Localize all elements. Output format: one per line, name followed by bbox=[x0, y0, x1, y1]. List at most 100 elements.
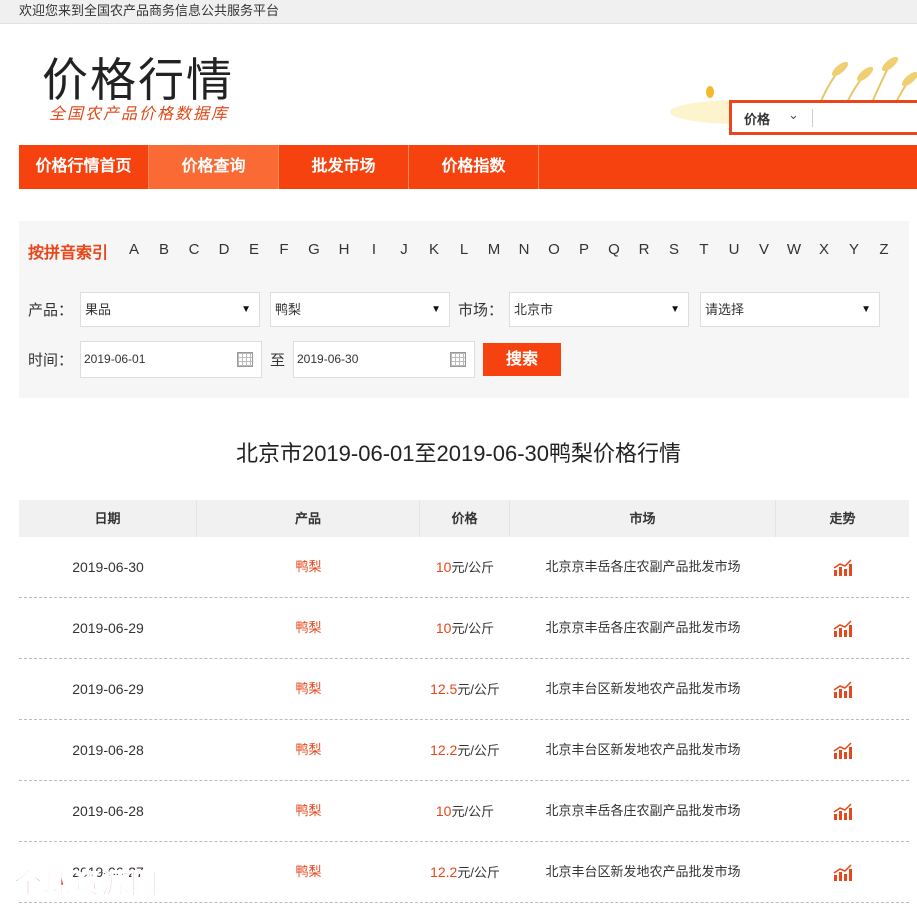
header-trend: 走势 bbox=[829, 511, 856, 526]
cell-product[interactable]: 鸭梨 bbox=[197, 598, 420, 658]
table-row: 2019-06-28 鸭梨 12.2元/公斤 北京丰台区新发地农产品批发市场 bbox=[19, 720, 909, 781]
cell-date: 2019-06-29 bbox=[72, 620, 144, 636]
cell-product[interactable]: 鸭梨 bbox=[197, 659, 420, 719]
chevron-down-icon[interactable]: ⌄ bbox=[788, 107, 799, 123]
trend-chart-icon[interactable] bbox=[833, 864, 853, 882]
welcome-text: 欢迎您来到全国农产品商务信息公共服务平台 bbox=[19, 3, 280, 18]
calendar-icon[interactable] bbox=[450, 352, 466, 367]
cell-product[interactable]: 鸭梨 bbox=[197, 781, 420, 841]
cell-price: 12.5元/公斤 bbox=[420, 659, 510, 719]
header-date: 日期 bbox=[19, 500, 197, 537]
cell-date: 2019-06-30 bbox=[72, 559, 144, 575]
price-value: 10 bbox=[435, 559, 452, 575]
pinyin-letter[interactable]: Z bbox=[869, 241, 899, 258]
price-unit: 元/公斤 bbox=[457, 865, 500, 880]
nav-item-price-index[interactable]: 价格指数 bbox=[409, 145, 539, 189]
site-subtitle: 全国农产品价格数据库 bbox=[49, 104, 230, 123]
table-row: 2019-06-28 鸭梨 10元/公斤 北京京丰岳各庄农副产品批发市场 bbox=[19, 781, 909, 842]
pinyin-letter[interactable]: X bbox=[809, 241, 839, 258]
cell-trend bbox=[776, 598, 909, 658]
date-to-input[interactable]: 2019-06-30 bbox=[293, 341, 475, 378]
pinyin-letter[interactable]: O bbox=[539, 241, 569, 258]
cell-product[interactable]: 鸭梨 bbox=[197, 720, 420, 780]
search-type-select[interactable]: 价格 bbox=[744, 109, 770, 128]
trend-chart-icon[interactable] bbox=[833, 803, 853, 821]
header-search-box: 价格 ⌄ bbox=[729, 100, 917, 135]
pinyin-letter[interactable]: Y bbox=[839, 241, 869, 258]
pinyin-letter[interactable]: V bbox=[749, 241, 779, 258]
price-table: 日期 产品 价格 市场 走势 2019-06-30 鸭梨 10元/公斤 北京京丰… bbox=[19, 500, 909, 903]
header-price: 价格 bbox=[420, 500, 510, 537]
pinyin-letter[interactable]: H bbox=[329, 241, 359, 258]
cell-market[interactable]: 北京京丰岳各庄农副产品批发市场 bbox=[510, 781, 776, 841]
pinyin-letter[interactable]: G bbox=[299, 241, 329, 258]
pinyin-letter[interactable]: U bbox=[719, 241, 749, 258]
pinyin-letter[interactable]: K bbox=[419, 241, 449, 258]
pinyin-letter[interactable]: P bbox=[569, 241, 599, 258]
category-select[interactable]: 果品 ▼ bbox=[80, 292, 260, 327]
pinyin-letter[interactable]: S bbox=[659, 241, 689, 258]
date-from-value: 2019-06-01 bbox=[84, 352, 146, 366]
price-unit: 元/公斤 bbox=[457, 682, 500, 697]
header-search-input[interactable] bbox=[818, 107, 917, 129]
trend-chart-icon[interactable] bbox=[833, 681, 853, 699]
nav-item-home[interactable]: 价格行情首页 bbox=[19, 145, 149, 189]
pinyin-letter[interactable]: C bbox=[179, 241, 209, 258]
top-welcome-bar: 欢迎您来到全国农产品商务信息公共服务平台 bbox=[0, 0, 917, 24]
cell-price: 12.2元/公斤 bbox=[420, 720, 510, 780]
pinyin-letter[interactable]: A bbox=[119, 241, 149, 258]
pinyin-letter[interactable]: F bbox=[269, 241, 299, 258]
cell-market[interactable]: 北京丰台区新发地农产品批发市场 bbox=[510, 720, 776, 780]
cell-date: 2019-06-28 bbox=[72, 803, 144, 819]
cell-price: 10元/公斤 bbox=[420, 598, 510, 658]
market-detail-select[interactable]: 请选择 ▼ bbox=[700, 292, 880, 327]
cell-market[interactable]: 北京京丰岳各庄农副产品批发市场 bbox=[510, 598, 776, 658]
nav-item-price-query[interactable]: 价格查询 bbox=[149, 145, 279, 189]
calendar-icon[interactable] bbox=[237, 352, 253, 367]
category-select-value: 果品 bbox=[85, 302, 112, 317]
cell-trend bbox=[776, 781, 909, 841]
market-select[interactable]: 北京市 ▼ bbox=[509, 292, 689, 327]
cell-trend bbox=[776, 720, 909, 780]
search-button[interactable]: 搜索 bbox=[483, 343, 561, 376]
pinyin-letter[interactable]: D bbox=[209, 241, 239, 258]
product-select-value: 鸭梨 bbox=[275, 302, 302, 317]
date-from-input[interactable]: 2019-06-01 bbox=[80, 341, 262, 378]
nav-item-wholesale-market[interactable]: 批发市场 bbox=[279, 145, 409, 189]
cell-trend bbox=[776, 659, 909, 719]
cell-price: 12.2元/公斤 bbox=[420, 842, 510, 902]
pinyin-letter[interactable]: I bbox=[359, 241, 389, 258]
pinyin-letter[interactable]: E bbox=[239, 241, 269, 258]
pinyin-letter[interactable]: R bbox=[629, 241, 659, 258]
dropdown-arrow-icon: ▼ bbox=[241, 304, 251, 315]
pinyin-letter[interactable]: N bbox=[509, 241, 539, 258]
market-label: 市场： bbox=[458, 302, 504, 319]
cell-product[interactable]: 鸭梨 bbox=[197, 842, 420, 902]
cell-market[interactable]: 北京丰台区新发地农产品批发市场 bbox=[510, 659, 776, 719]
pinyin-letter[interactable]: B bbox=[149, 241, 179, 258]
product-select[interactable]: 鸭梨 ▼ bbox=[270, 292, 450, 327]
table-row: 2019-06-29 鸭梨 12.5元/公斤 北京丰台区新发地农产品批发市场 bbox=[19, 659, 909, 720]
cell-market[interactable]: 北京京丰岳各庄农副产品批发市场 bbox=[510, 537, 776, 597]
filter-panel: 按拼音索引 A B C D E F G H I J K L M N O P Q … bbox=[19, 221, 909, 398]
table-row: 2019-06-30 鸭梨 10元/公斤 北京京丰岳各庄农副产品批发市场 bbox=[19, 537, 909, 598]
header-market: 市场 bbox=[510, 500, 776, 537]
market-detail-select-value: 请选择 bbox=[705, 302, 745, 317]
pinyin-letter[interactable]: M bbox=[479, 241, 509, 258]
pinyin-letter[interactable]: W bbox=[779, 241, 809, 258]
cell-product[interactable]: 鸭梨 bbox=[197, 537, 420, 597]
pinyin-letter[interactable]: Q bbox=[599, 241, 629, 258]
date-to-value: 2019-06-30 bbox=[297, 352, 359, 366]
pinyin-letter[interactable]: J bbox=[389, 241, 419, 258]
trend-chart-icon[interactable] bbox=[833, 742, 853, 760]
cell-market[interactable]: 北京丰台区新发地农产品批发市场 bbox=[510, 842, 776, 902]
pinyin-letter[interactable]: T bbox=[689, 241, 719, 258]
pinyin-letter[interactable]: L bbox=[449, 241, 479, 258]
price-value: 12.2 bbox=[430, 742, 458, 758]
cell-date: 2019-06-29 bbox=[72, 681, 144, 697]
trend-chart-icon[interactable] bbox=[833, 620, 853, 638]
trend-chart-icon[interactable] bbox=[833, 559, 853, 577]
price-value: 10 bbox=[435, 803, 452, 819]
pinyin-letter-list: A B C D E F G H I J K L M N O P Q R S T … bbox=[119, 241, 899, 258]
market-select-value: 北京市 bbox=[514, 302, 554, 317]
